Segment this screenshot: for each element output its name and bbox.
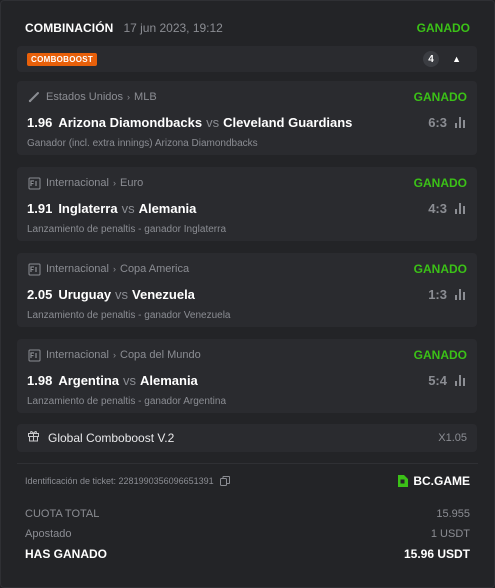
comboboost-badge: COMBOBOOST	[27, 52, 98, 66]
selection-market: Ganador (incl. extra innings) Arizona Di…	[27, 138, 258, 149]
stats-icon[interactable]	[455, 202, 467, 214]
selection-odds: 1.91	[27, 200, 53, 216]
comboboost-bar[interactable]: COMBOBOOST 4 ▲	[17, 46, 477, 72]
home-team[interactable]: Arizona Diamondbacks	[58, 115, 202, 130]
match-score: 4:3	[428, 200, 447, 216]
selection-market: Lanzamiento de penaltis - ganador Inglat…	[27, 224, 227, 235]
vs-label: vs	[121, 200, 135, 216]
home-team[interactable]: Argentina	[58, 373, 119, 388]
vs-label: vs	[122, 372, 136, 388]
selection-status: GANADO	[413, 176, 467, 190]
home-team[interactable]: Uruguay	[58, 287, 111, 302]
match-score: 6:3	[428, 114, 447, 130]
selection-odds: 1.96	[27, 114, 53, 130]
total-odds-label: CUOTA TOTAL	[25, 508, 100, 520]
bet-slip-card: COMBINACIÓN 17 jun 2023, 19:12 GANADO CO…	[0, 0, 495, 588]
winnings-value: 15.96 USDT	[403, 547, 470, 561]
selection-market: Lanzamiento de penaltis - ganador Venezu…	[27, 310, 231, 321]
bet-status: GANADO	[416, 21, 470, 35]
selection-card: Internacional › Copa America GANADO 2.05…	[17, 253, 477, 327]
divider	[17, 463, 478, 464]
selection-region[interactable]: Internacional	[46, 177, 109, 189]
selection-card: Estados Unidos › MLB GANADO 1.96 Arizona…	[17, 81, 477, 155]
baseball-bat-icon	[27, 90, 41, 104]
global-boost-multiplier: X1.05	[438, 432, 467, 444]
winnings-row: HAS GANADO 15.96 USDT	[25, 546, 470, 562]
total-odds-row: CUOTA TOTAL 15.955	[25, 506, 470, 522]
selection-league[interactable]: Copa del Mundo	[120, 349, 201, 361]
global-comboboost-row: Global Comboboost V.2 X1.05	[17, 424, 477, 452]
away-team[interactable]: Venezuela	[132, 287, 195, 302]
bcgame-logo-text: BC.GAME	[413, 474, 470, 488]
bcgame-logo-icon	[398, 475, 409, 487]
gift-icon	[27, 429, 40, 447]
vs-label: vs	[206, 114, 220, 130]
chevron-right-icon: ›	[113, 178, 116, 188]
bet-header: COMBINACIÓN 17 jun 2023, 19:12 GANADO	[25, 18, 470, 38]
chevron-right-icon: ›	[127, 92, 131, 102]
home-team[interactable]: Inglaterra	[58, 201, 117, 216]
total-odds-value: 15.955	[436, 508, 470, 520]
selection-odds: 2.05	[27, 286, 53, 302]
selection-market: Lanzamiento de penaltis - ganador Argent…	[27, 396, 227, 407]
copy-icon[interactable]	[219, 476, 230, 486]
selection-league[interactable]: Euro	[120, 177, 143, 189]
winnings-label: HAS GANADO	[25, 547, 108, 561]
stake-row: Apostado 1 USDT	[25, 526, 470, 542]
match-score: 5:4	[428, 372, 447, 388]
selection-status: GANADO	[413, 262, 467, 276]
global-boost-name: Global Comboboost V.2	[48, 431, 175, 445]
stats-icon[interactable]	[455, 374, 467, 386]
stats-icon[interactable]	[455, 116, 467, 128]
away-team[interactable]: Alemania	[140, 373, 198, 388]
ticket-id: Identificación de ticket: 22819903560966…	[25, 476, 214, 486]
fifa-icon	[27, 262, 41, 276]
fifa-icon	[27, 348, 41, 362]
chevron-right-icon: ›	[113, 264, 116, 274]
selection-card: Internacional › Copa del Mundo GANADO 1.…	[17, 339, 477, 413]
selection-region[interactable]: Estados Unidos	[46, 91, 123, 103]
selection-league[interactable]: MLB	[134, 91, 157, 103]
selection-status: GANADO	[413, 348, 467, 362]
match-score: 1:3	[428, 286, 447, 302]
bcgame-logo: BC.GAME	[395, 474, 470, 488]
selection-status: GANADO	[413, 90, 467, 104]
collapse-caret-icon[interactable]: ▲	[452, 54, 461, 64]
selection-card: Internacional › Euro GANADO 1.91 Inglate…	[17, 167, 477, 241]
selection-count-badge: 4	[423, 51, 440, 67]
bet-date: 17 jun 2023, 19:12	[123, 21, 223, 35]
selection-odds: 1.98	[27, 372, 53, 388]
ticket-row: Identificación de ticket: 22819903560966…	[25, 473, 470, 489]
selection-league[interactable]: Copa America	[120, 263, 189, 275]
selection-region[interactable]: Internacional	[46, 263, 109, 275]
stake-label: Apostado	[25, 528, 72, 540]
fifa-icon	[27, 176, 41, 190]
stats-icon[interactable]	[455, 288, 467, 300]
vs-label: vs	[115, 286, 129, 302]
chevron-right-icon: ›	[113, 350, 116, 360]
selection-region[interactable]: Internacional	[46, 349, 109, 361]
stake-value: 1 USDT	[430, 528, 470, 540]
bet-type-title: COMBINACIÓN	[25, 21, 114, 35]
away-team[interactable]: Cleveland Guardians	[223, 115, 352, 130]
away-team[interactable]: Alemania	[139, 201, 197, 216]
